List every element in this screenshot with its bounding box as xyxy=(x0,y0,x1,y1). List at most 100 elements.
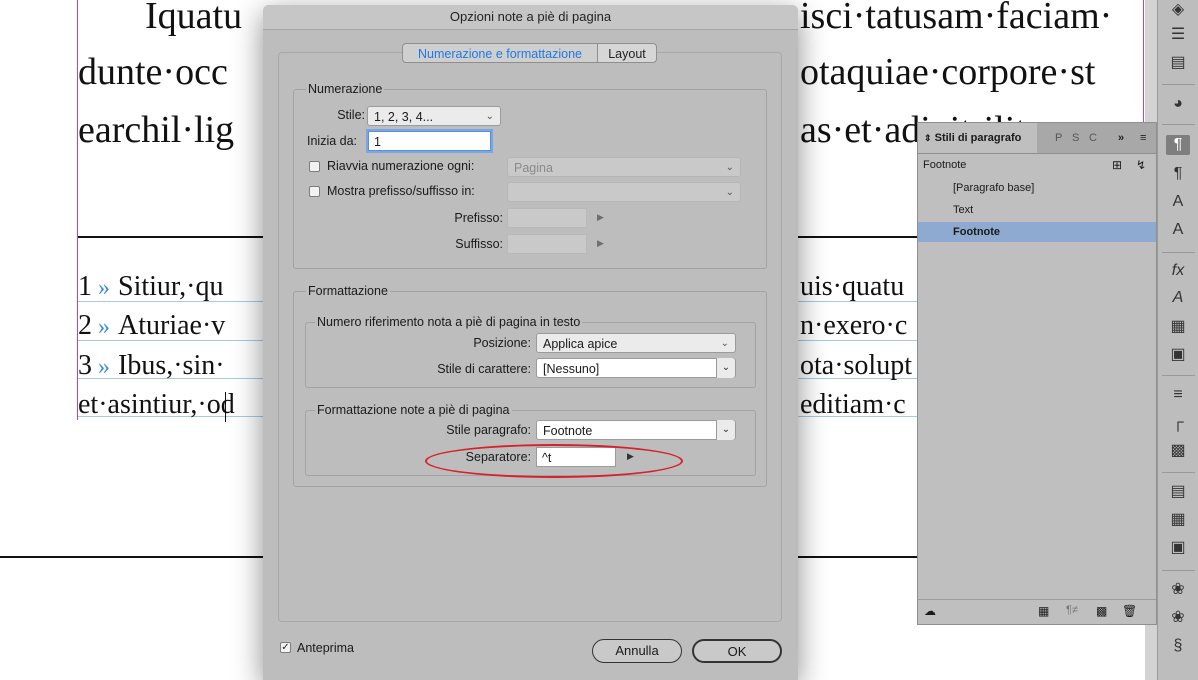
pages-icon[interactable]: ❀ xyxy=(1166,608,1190,628)
footnote-number: 1 xyxy=(78,271,92,302)
paragraph-icon[interactable]: ¶ xyxy=(1166,164,1190,184)
tab-label: Stili di paragrafo xyxy=(934,132,1022,144)
restart-select-value: Pagina xyxy=(514,161,553,175)
tab-p[interactable]: P xyxy=(1055,123,1062,153)
numbering-group-title: Numerazione xyxy=(306,82,385,96)
footnote-number: 3 xyxy=(78,350,92,381)
restart-numbering-select[interactable]: Pagina ⌄ xyxy=(507,157,741,177)
gradient-icon[interactable]: ▤ xyxy=(1166,53,1190,73)
footnote-line: editiam·c xyxy=(800,389,906,420)
table-icon[interactable]: ▦ xyxy=(1166,317,1190,337)
style-select[interactable]: 1, 2, 3, 4... ⌄ xyxy=(367,106,501,126)
footnote-text: Aturiae·v xyxy=(118,310,226,341)
tab-marker: » xyxy=(98,275,110,301)
body-text-line: Iquatu xyxy=(145,0,243,37)
panel-menu-icon[interactable]: ≡ xyxy=(1140,123,1146,153)
show-prefix-suffix-label: Mostra prefisso/suffisso in: xyxy=(327,184,475,198)
footnote-line: 3» Ibus,·sin· xyxy=(78,351,225,382)
show-prefix-suffix-select[interactable]: ⌄ xyxy=(507,182,741,202)
body-text-line: dunte·occ xyxy=(78,51,228,93)
body-text-line: earchil·lig xyxy=(78,109,235,151)
links-icon[interactable]: ❀ xyxy=(1166,580,1190,600)
chevron-down-icon: ⌄ xyxy=(720,338,729,349)
char-style-label: Stile di carattere: xyxy=(437,362,531,376)
pathfinder-icon[interactable]: ┌ xyxy=(1166,413,1190,433)
panel-dock: ◈ ☰ ▤ ◕ ¶ ¶ A A fx A ▦ ▣ ≡ ┌ ▩ ▤ ▦ ▣ ❀ ❀… xyxy=(1157,0,1198,680)
trash-icon[interactable]: 🗑 xyxy=(1122,604,1137,618)
stroke-icon[interactable]: ☰ xyxy=(1166,25,1190,45)
toolbar-separator xyxy=(1162,472,1195,473)
tab-s[interactable]: S xyxy=(1072,123,1079,153)
style-list-item-selected[interactable]: Footnote xyxy=(918,222,1156,242)
para-style-select-value: Footnote xyxy=(543,424,593,438)
body-text-line: otaquiae·corpore·st xyxy=(800,51,1096,93)
cancel-button[interactable]: Annulla xyxy=(592,639,682,663)
tab-marker: » xyxy=(98,354,110,380)
footnote-text: Ibus,·sin· xyxy=(118,350,225,381)
char-style-select-value: [Nessuno] xyxy=(543,362,600,376)
chevron-down-icon: ⌄ xyxy=(716,358,735,378)
preview-checkbox[interactable]: ✓ xyxy=(280,642,291,653)
effects-icon[interactable]: fx xyxy=(1166,261,1190,281)
cell-styles-icon[interactable]: ▦ xyxy=(1166,510,1190,530)
formatting-group-title: Formattazione xyxy=(306,284,390,298)
position-select[interactable]: Applica apice ⌄ xyxy=(536,333,736,353)
footnote-number: 2 xyxy=(78,310,92,341)
paragraph-styles-icon[interactable]: ¶ xyxy=(1166,135,1190,155)
new-group-folder-icon[interactable]: ▦ xyxy=(1038,604,1049,618)
ok-button[interactable]: OK xyxy=(692,639,782,663)
paragraph-styles-panel: ⇕ Stili di paragrafo P S C » ≡ Footnote … xyxy=(917,122,1157,625)
footnote-options-dialog: Opzioni note a piè di pagina Numerazione… xyxy=(263,5,798,680)
prefix-menu-arrow-icon[interactable]: ▶ xyxy=(597,212,604,223)
panel-footer: ☁ ▦ ¶≠ ▩ 🗑 xyxy=(918,599,1156,624)
text-cursor xyxy=(225,392,226,422)
tab-paragraph-styles[interactable]: ⇕ Stili di paragrafo xyxy=(918,123,1037,153)
new-style-icon[interactable]: ▩ xyxy=(1096,604,1107,618)
chevron-down-icon: ⌄ xyxy=(485,111,494,122)
style-label: Stile: xyxy=(337,108,365,122)
style-list-item[interactable]: Text xyxy=(918,200,1156,220)
tab-layout[interactable]: Layout xyxy=(597,43,657,63)
cloud-library-icon[interactable]: ☁ xyxy=(924,604,936,618)
toolbar-separator xyxy=(1162,124,1195,125)
tab-numbering-formatting[interactable]: Numerazione e formattazione xyxy=(402,43,598,63)
clear-overrides-icon[interactable]: ¶≠ xyxy=(1066,604,1078,616)
chevron-down-icon: ⌄ xyxy=(725,162,734,173)
restart-numbering-checkbox[interactable] xyxy=(309,161,320,172)
character-styles-icon[interactable]: A xyxy=(1166,192,1190,212)
footnote-line: 1» Sitiur,·qu xyxy=(78,272,223,303)
dialog-title: Opzioni note a piè di pagina xyxy=(263,5,798,30)
swatches-icon[interactable]: § xyxy=(1166,636,1190,656)
prefix-input[interactable] xyxy=(507,208,587,228)
quick-apply-icon[interactable]: ↯ xyxy=(1136,155,1146,175)
footnote-line: ota·solupt xyxy=(800,350,912,381)
start-number-input[interactable]: 1 xyxy=(368,131,491,151)
suffix-menu-arrow-icon[interactable]: ▶ xyxy=(597,238,604,249)
footnote-line: et·asintiur,·od xyxy=(78,389,235,420)
suffix-label: Suffisso: xyxy=(455,237,503,251)
style-list-item[interactable]: [Paragrafo base] xyxy=(918,178,1156,198)
suffix-input[interactable] xyxy=(507,234,587,254)
footnote-text: Sitiur,·qu xyxy=(118,271,224,302)
glyphs-icon[interactable]: A xyxy=(1166,288,1190,308)
transform-icon[interactable]: ▩ xyxy=(1166,441,1190,461)
toolbar-separator xyxy=(1162,252,1195,253)
show-prefix-suffix-checkbox[interactable] xyxy=(309,186,320,197)
align-icon[interactable]: ≡ xyxy=(1166,385,1190,405)
new-style-group-icon[interactable]: ⊞ xyxy=(1112,155,1122,175)
table-styles-icon[interactable]: ▤ xyxy=(1166,482,1190,502)
current-style-label: Footnote xyxy=(923,159,967,171)
footnote-line: n·exero·c xyxy=(800,310,908,341)
character-icon[interactable]: A xyxy=(1166,220,1190,240)
object-styles-icon[interactable]: ▣ xyxy=(1166,538,1190,558)
layers-icon[interactable]: ◈ xyxy=(1166,0,1190,20)
char-style-select[interactable]: [Nessuno] ⌄ xyxy=(536,358,736,378)
tab-c[interactable]: C xyxy=(1089,123,1097,153)
para-style-select[interactable]: Footnote ⌄ xyxy=(536,420,736,440)
text-wrap-icon[interactable]: ▣ xyxy=(1166,345,1190,365)
style-select-value: 1, 2, 3, 4... xyxy=(374,110,434,124)
cc-libraries-icon[interactable]: ◕ xyxy=(1166,94,1190,114)
tab-marker: » xyxy=(98,314,110,340)
toolbar-separator xyxy=(1162,375,1195,376)
expand-panel-icon[interactable]: » xyxy=(1118,123,1124,153)
